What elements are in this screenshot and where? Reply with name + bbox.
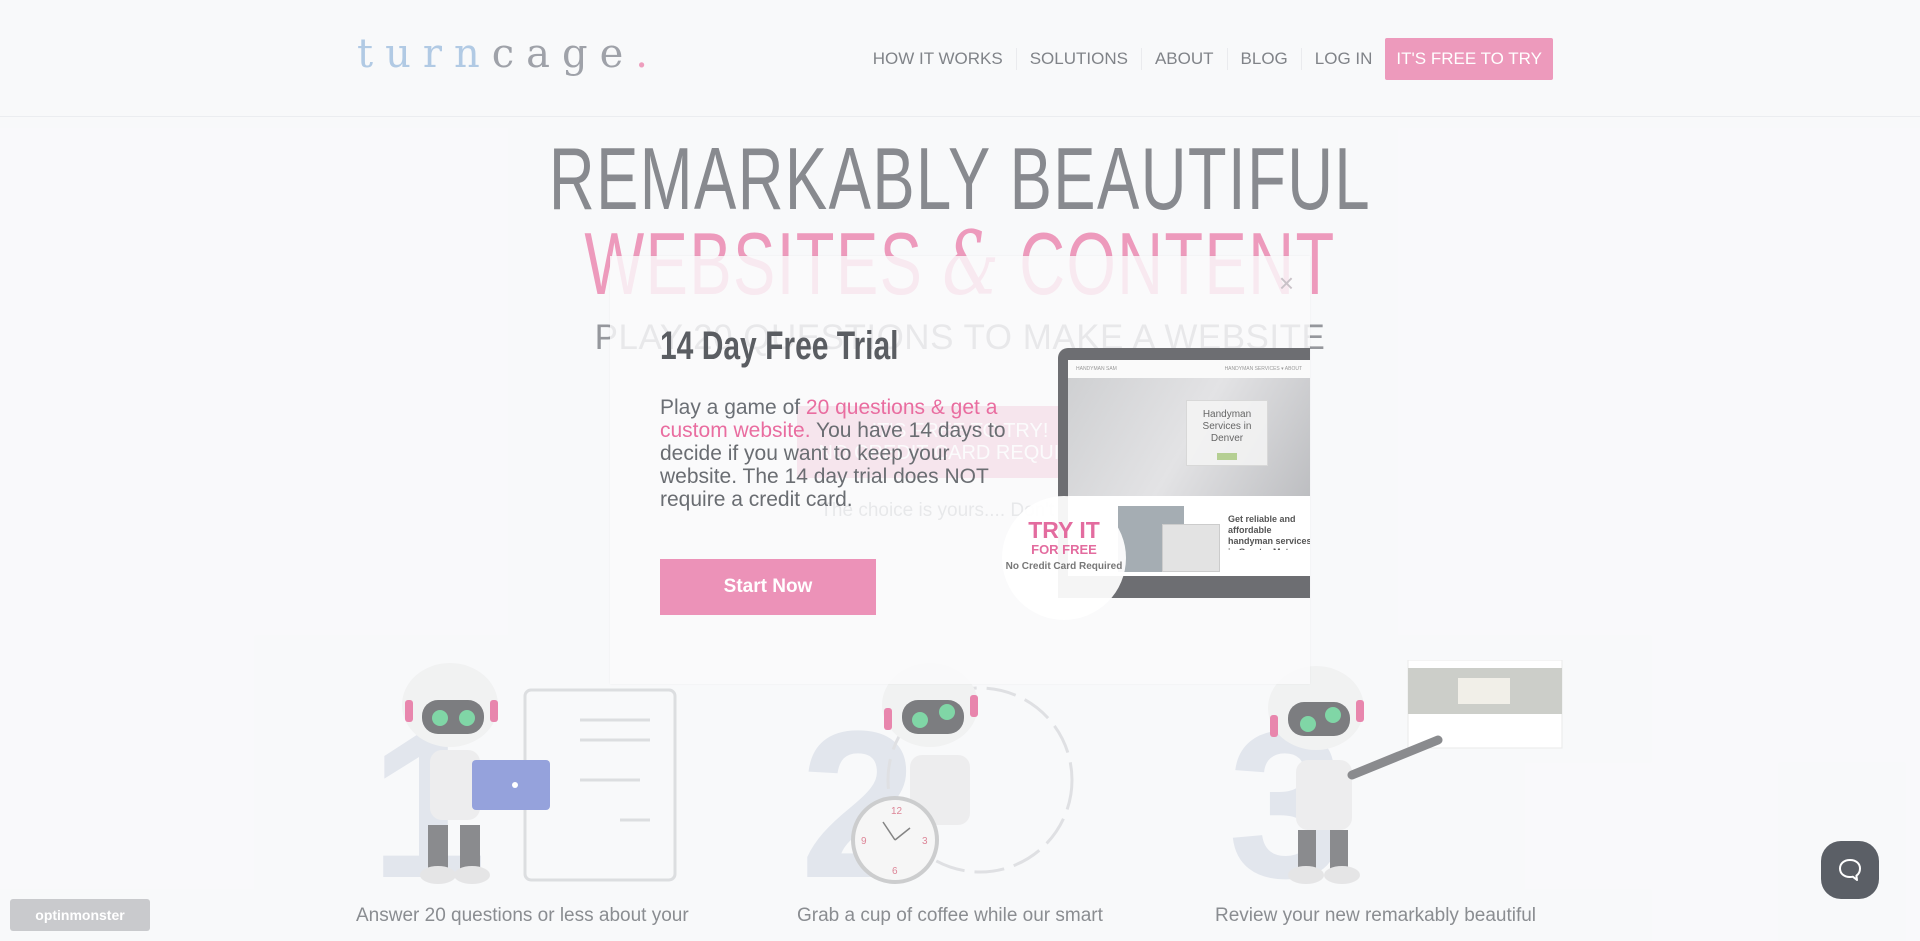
mockup-section-text: Get reliable and affordable handyman ser…	[1228, 514, 1310, 550]
mockup-site-header: HANDYMAN SAM HANDYMAN SERVICES ▾ ABOUT	[1068, 360, 1310, 378]
free-trial-popup: × 14 Day Free Trial Play a game of 20 qu…	[610, 256, 1310, 684]
badge-line2: FOR FREE	[1031, 542, 1097, 557]
badge-line3: No Credit Card Required	[1005, 561, 1123, 572]
mockup-button	[1217, 453, 1237, 460]
mockup-site-nav: HANDYMAN SERVICES ▾ ABOUT	[1224, 366, 1302, 372]
optinmonster-badge[interactable]: optinmonster	[10, 899, 150, 931]
mockup-site-name: HANDYMAN SAM	[1076, 366, 1117, 372]
mockup-hero-title: Handyman Services in Denver	[1202, 409, 1252, 444]
mockup-hero-card: Handyman Services in Denver	[1186, 400, 1268, 466]
popup-title: 14 Day Free Trial	[660, 324, 899, 368]
start-now-button[interactable]: Start Now	[660, 559, 876, 615]
popup-body: Play a game of 20 questions & get a cust…	[660, 396, 1030, 511]
chat-button[interactable]	[1821, 841, 1879, 899]
chat-bubble-icon	[1839, 859, 1861, 881]
close-icon[interactable]: ×	[1279, 270, 1294, 296]
mockup-hero: Handyman Services in Denver	[1068, 378, 1310, 496]
badge-line1: TRY IT	[1028, 517, 1100, 543]
try-it-free-badge: TRY IT FOR FREE No Credit Card Required	[1002, 496, 1126, 620]
mockup-photo	[1162, 524, 1220, 572]
popup-body-text: Play a game of	[660, 396, 806, 419]
